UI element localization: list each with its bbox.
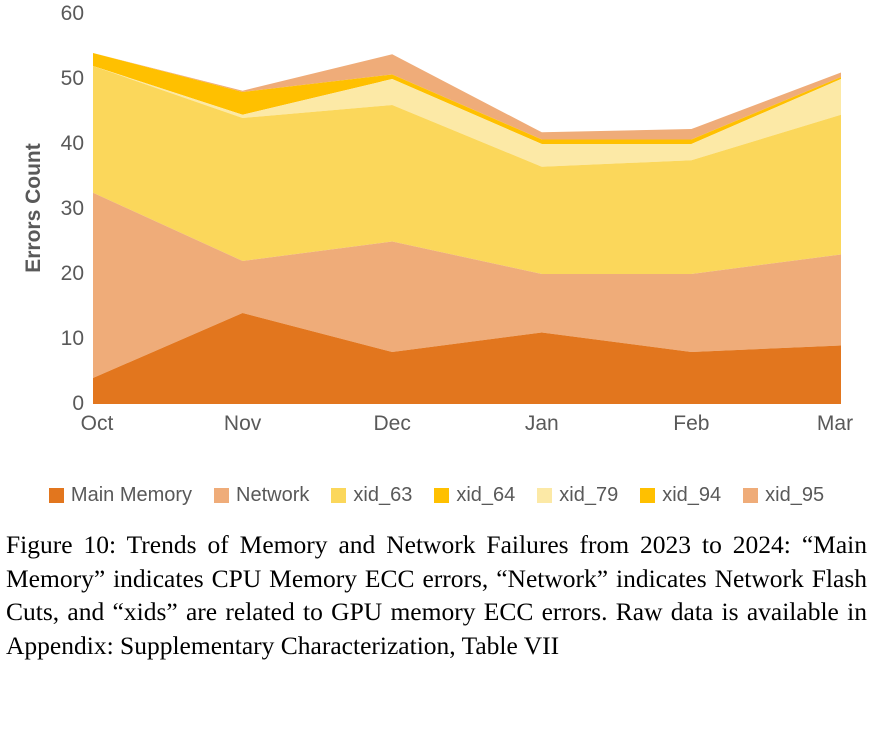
legend-item-label: Network <box>236 484 310 506</box>
x-tick-label: Feb <box>673 412 710 435</box>
figure-10: Errors Count 60 50 40 30 20 10 0 Oct Nov Dec Jan F… <box>0 0 873 737</box>
y-tick-label: 10 <box>60 327 84 350</box>
y-tick-label: 20 <box>60 262 84 285</box>
legend-item-label: xid_63 <box>353 484 413 506</box>
stacked-area-chart: Errors Count 60 50 40 30 20 10 0 Oct Nov Dec Jan F… <box>0 0 873 460</box>
plot-area <box>93 14 841 404</box>
x-tick-label: Oct <box>80 412 114 435</box>
legend-item-xid-79[interactable]: xid_79 <box>537 485 618 505</box>
x-axis-tick-labels: Oct Nov Dec Jan Feb Mar <box>81 412 853 446</box>
legend-item-xid-64[interactable]: xid_64 <box>434 485 515 505</box>
x-tick-label: Mar <box>816 412 854 435</box>
y-tick-label: 60 <box>60 2 84 25</box>
legend-item-label: xid_95 <box>765 484 825 506</box>
x-tick-label: Dec <box>373 412 411 435</box>
legend-swatch-icon <box>537 487 553 503</box>
legend-swatch-icon <box>743 487 759 503</box>
legend-swatch-icon <box>434 487 450 503</box>
y-tick-label: 50 <box>60 67 84 90</box>
figure-caption: Figure 10: Trends of Memory and Network … <box>6 530 867 660</box>
chart-legend: Main Memory Network xid_63 xid_64 xid_79 xid_… <box>0 478 873 512</box>
legend-item-label: Main Memory <box>70 484 193 506</box>
legend-item-main-memory[interactable]: Main Memory <box>48 484 193 506</box>
area-series-group <box>93 53 841 404</box>
y-axis-tick-labels: 60 50 40 30 20 10 0 <box>34 0 84 420</box>
x-tick-label: Jan <box>524 412 559 435</box>
legend-item-xid-94[interactable]: xid_94 <box>640 485 721 505</box>
legend-item-label: xid_64 <box>456 484 516 506</box>
legend-swatch-icon <box>640 487 656 503</box>
legend-swatch-icon <box>214 487 230 503</box>
legend-swatch-icon <box>331 487 347 503</box>
y-tick-label: 0 <box>72 392 84 415</box>
x-tick-label: Nov <box>223 412 262 435</box>
legend-item-xid-95[interactable]: xid_95 <box>743 485 824 505</box>
legend-item-label: xid_79 <box>559 484 619 506</box>
legend-item-network[interactable]: Network <box>214 485 309 505</box>
legend-item-xid-63[interactable]: xid_63 <box>331 485 412 505</box>
y-tick-label: 30 <box>60 197 84 220</box>
legend-item-label: xid_94 <box>662 484 722 506</box>
y-tick-label: 40 <box>60 132 84 155</box>
legend-swatch-icon <box>48 487 64 503</box>
